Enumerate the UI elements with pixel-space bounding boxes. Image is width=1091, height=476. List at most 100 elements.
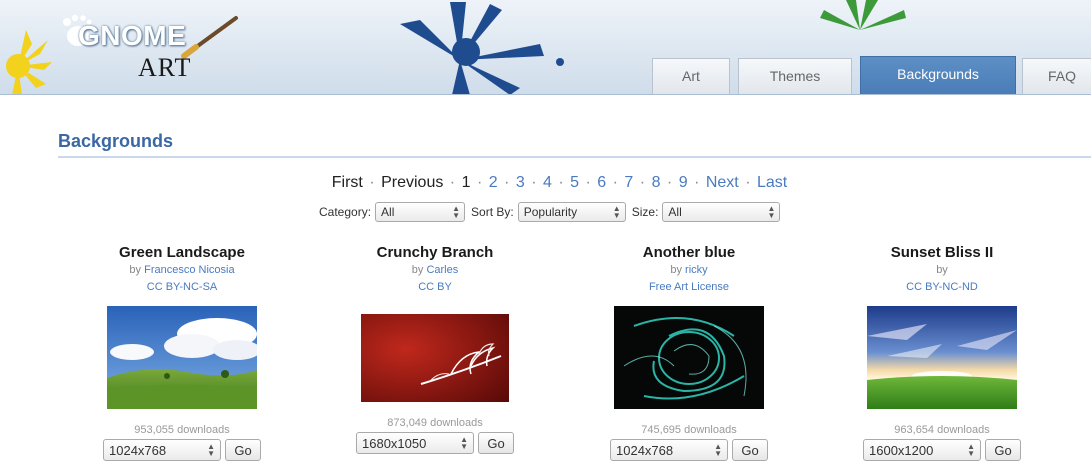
site-header: GNOME ART Art Themes Backgrounds FAQ bbox=[0, 0, 1091, 95]
main-nav-tabs: Art Themes Backgrounds FAQ bbox=[0, 56, 1091, 94]
tab-faq[interactable]: FAQ bbox=[1022, 58, 1091, 94]
by-prefix: by bbox=[670, 264, 682, 276]
background-thumbnail[interactable] bbox=[107, 306, 257, 409]
pager-separator: · bbox=[745, 174, 751, 191]
license-link[interactable]: CC BY bbox=[310, 281, 560, 293]
category-value: All bbox=[381, 205, 395, 219]
background-title[interactable]: Green Landscape bbox=[57, 244, 307, 261]
go-button[interactable]: Go bbox=[478, 432, 514, 454]
pager-page-7[interactable]: 7 bbox=[624, 174, 633, 191]
pager-page-5[interactable]: 5 bbox=[570, 174, 579, 191]
author-line: by bbox=[817, 264, 1067, 276]
license-link[interactable]: CC BY-NC-ND bbox=[817, 281, 1067, 293]
pager-separator: · bbox=[476, 174, 483, 191]
updown-arrows-icon: ▲ ▼ bbox=[452, 204, 461, 220]
updown-arrows-icon: ▲ ▼ bbox=[767, 204, 776, 220]
download-controls: 1680x1050 ▲ ▼ Go bbox=[310, 432, 560, 454]
background-thumbnail[interactable] bbox=[361, 314, 509, 402]
download-count: 953,055 downloads bbox=[134, 424, 230, 436]
updown-arrows-icon: ▲ ▼ bbox=[967, 442, 975, 458]
background-thumbnail[interactable] bbox=[614, 306, 764, 409]
background-title[interactable]: Sunset Bliss II bbox=[817, 244, 1067, 261]
pager-separator: · bbox=[558, 174, 564, 191]
pager-page-8[interactable]: 8 bbox=[652, 174, 661, 191]
pager-page-4[interactable]: 4 bbox=[543, 174, 552, 191]
go-button[interactable]: Go bbox=[225, 439, 261, 461]
license-link[interactable]: Free Art License bbox=[564, 281, 814, 293]
download-count: 873,049 downloads bbox=[387, 417, 483, 429]
pager-page-9[interactable]: 9 bbox=[679, 174, 688, 191]
size-label: Size: bbox=[631, 205, 659, 219]
updown-arrows-icon: ▲ ▼ bbox=[714, 442, 722, 458]
updown-arrows-icon: ▲ ▼ bbox=[460, 435, 468, 451]
resolution-select[interactable]: 1680x1050 ▲ ▼ bbox=[356, 432, 474, 454]
pager-separator: · bbox=[369, 174, 375, 191]
pager-separator: · bbox=[666, 174, 673, 191]
resolution-value: 1024x768 bbox=[616, 442, 674, 458]
updown-arrows-icon: ▲ ▼ bbox=[612, 204, 621, 220]
background-card: Green Landscape by Francesco Nicosia CC … bbox=[57, 244, 307, 461]
resolution-value: 1600x1200 bbox=[869, 442, 934, 458]
by-prefix: by bbox=[411, 264, 424, 276]
pager-page-3[interactable]: 3 bbox=[516, 174, 525, 191]
sort-select[interactable]: Popularity ▲ ▼ bbox=[517, 202, 626, 222]
pager-separator: · bbox=[612, 174, 618, 191]
background-title[interactable]: Crunchy Branch bbox=[310, 244, 560, 261]
go-button[interactable]: Go bbox=[732, 439, 768, 461]
pager-separator: · bbox=[694, 174, 700, 191]
pager-separator: · bbox=[531, 174, 537, 191]
filter-bar: Category: All ▲ ▼ Sort By: Popularity ▲ ▼ … bbox=[319, 201, 786, 223]
size-select[interactable]: All ▲ ▼ bbox=[662, 202, 781, 222]
logo-wordmark: GNOME bbox=[78, 20, 187, 51]
category-label: Category: bbox=[319, 205, 372, 219]
pager-separator: · bbox=[504, 174, 510, 191]
sunset-image bbox=[867, 306, 1017, 409]
pager-separator: · bbox=[585, 174, 591, 191]
go-button[interactable]: Go bbox=[985, 439, 1021, 461]
tab-art[interactable]: Art bbox=[652, 58, 730, 94]
tab-themes[interactable]: Themes bbox=[738, 58, 852, 94]
author-line: by Francesco Nicosia bbox=[57, 264, 307, 276]
author-link[interactable]: ricky bbox=[685, 264, 708, 276]
resolution-select[interactable]: 1024x768 ▲ ▼ bbox=[610, 439, 728, 461]
landscape-image bbox=[107, 306, 257, 409]
pager-first[interactable]: First bbox=[332, 174, 363, 191]
pager-separator: · bbox=[449, 174, 456, 191]
background-card: Sunset Bliss II by CC BY-NC-ND 963,654 d… bbox=[817, 244, 1067, 461]
resolution-value: 1024x768 bbox=[109, 442, 167, 458]
title-divider bbox=[58, 156, 1091, 158]
download-controls: 1600x1200 ▲ ▼ Go bbox=[817, 439, 1067, 461]
pager-page-2[interactable]: 2 bbox=[489, 174, 498, 191]
license-link[interactable]: CC BY-NC-SA bbox=[57, 281, 307, 293]
background-title[interactable]: Another blue bbox=[564, 244, 814, 261]
pager-previous[interactable]: Previous bbox=[381, 174, 443, 191]
size-value: All bbox=[668, 205, 682, 219]
pager-separator: · bbox=[639, 174, 646, 191]
updown-arrows-icon: ▲ ▼ bbox=[207, 442, 215, 458]
category-select[interactable]: All ▲ ▼ bbox=[375, 202, 466, 222]
green-splash-icon bbox=[820, 0, 906, 30]
by-prefix: by bbox=[129, 264, 142, 276]
download-controls: 1024x768 ▲ ▼ Go bbox=[564, 439, 814, 461]
author-link[interactable]: Francesco Nicosia bbox=[144, 264, 234, 276]
tab-backgrounds[interactable]: Backgrounds bbox=[860, 56, 1016, 94]
pager-last[interactable]: Last bbox=[757, 174, 787, 191]
resolution-select[interactable]: 1600x1200 ▲ ▼ bbox=[863, 439, 981, 461]
pagination: First · Previous · 1 · 2 · 3 · 4 · 5 · 6… bbox=[0, 174, 1091, 192]
pager-next[interactable]: Next bbox=[706, 174, 739, 191]
background-card: Another blue by ricky Free Art License 7… bbox=[564, 244, 814, 461]
author-line: by Carles bbox=[310, 264, 560, 276]
author-link[interactable]: Carles bbox=[426, 264, 458, 276]
pager-page-6[interactable]: 6 bbox=[597, 174, 606, 191]
download-count: 963,654 downloads bbox=[894, 424, 990, 436]
resolution-select[interactable]: 1024x768 ▲ ▼ bbox=[103, 439, 221, 461]
by-prefix: by bbox=[936, 264, 948, 276]
background-card: Crunchy Branch by Carles CC BY 873,049 d… bbox=[310, 244, 560, 454]
download-controls: 1024x768 ▲ ▼ Go bbox=[57, 439, 307, 461]
sort-label: Sort By: bbox=[471, 205, 514, 219]
swirl-image bbox=[614, 306, 764, 409]
author-line: by ricky bbox=[564, 264, 814, 276]
resolution-value: 1680x1050 bbox=[362, 435, 427, 451]
page-title: Backgrounds bbox=[58, 131, 174, 151]
background-thumbnail[interactable] bbox=[867, 306, 1017, 409]
